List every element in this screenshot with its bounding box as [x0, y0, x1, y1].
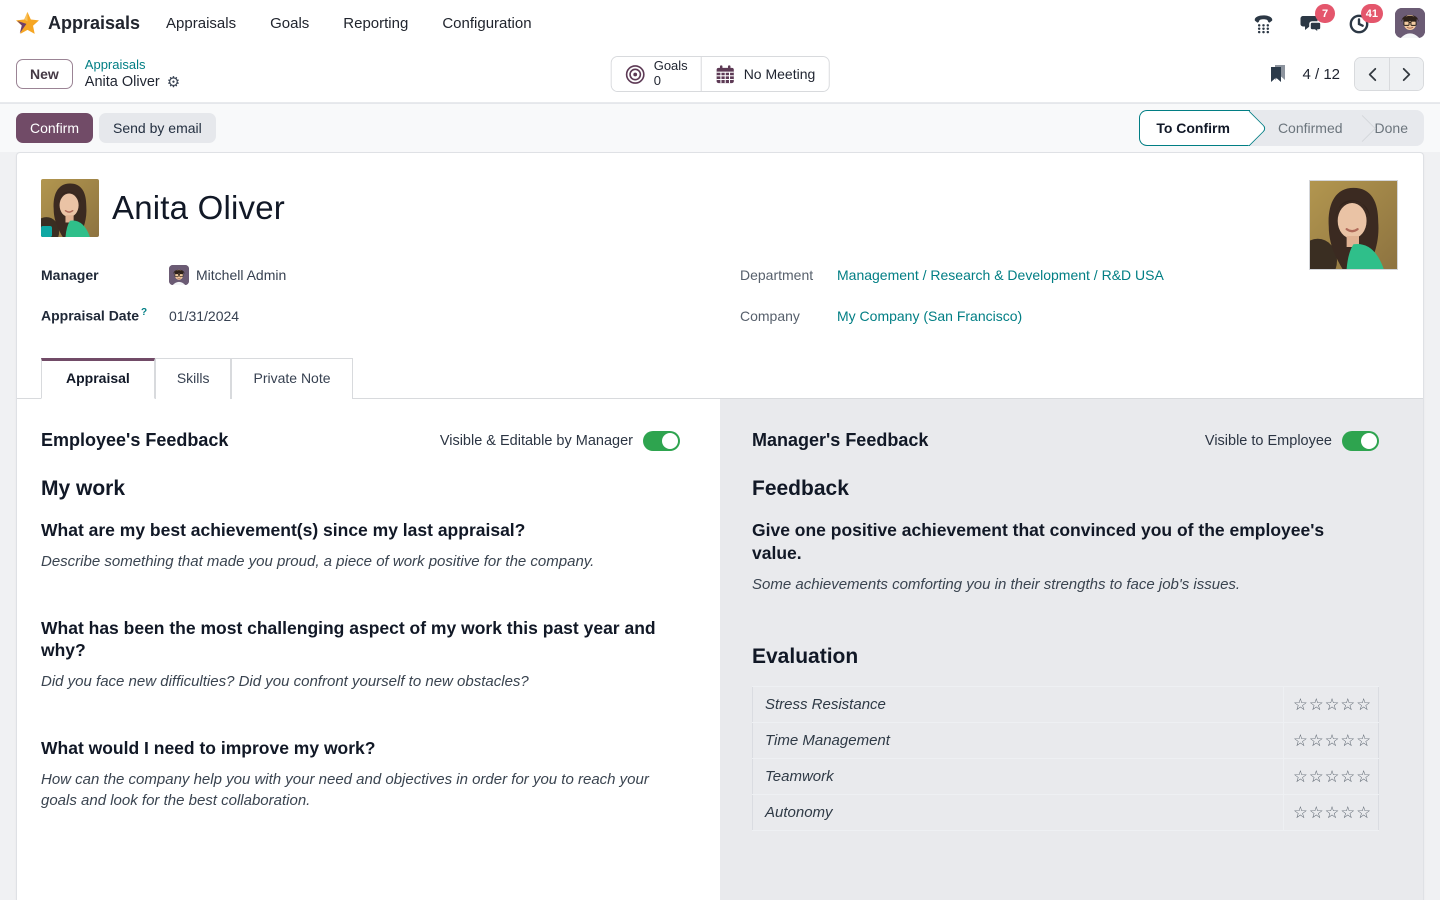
appraisal-tab-content: Employee's Feedback Visible & Editable b…	[17, 399, 1423, 900]
rating-stars[interactable]: ☆☆☆☆☆	[1284, 795, 1379, 831]
activities-menu[interactable]: 41	[1347, 11, 1371, 35]
chevron-left-icon	[1367, 67, 1378, 82]
stage-confirmed[interactable]: Confirmed	[1250, 111, 1359, 145]
skill-label: Autonomy	[753, 795, 1284, 831]
voip-phone-icon[interactable]	[1252, 12, 1275, 35]
employee-group-heading: My work	[41, 477, 680, 501]
breadcrumb: Appraisals Anita Oliver ⚙	[85, 57, 180, 91]
employee-question-1[interactable]: What are my best achievement(s) since my…	[41, 519, 680, 542]
field-grid: Manager Mitchell Admin Appraisal Date? 0…	[41, 261, 1399, 343]
messages-menu[interactable]: 7	[1299, 11, 1323, 35]
app-name: Appraisals	[48, 13, 140, 34]
skill-label: Time Management	[753, 723, 1284, 759]
manager-question-1[interactable]: Give one positive achievement that convi…	[752, 519, 1352, 565]
gear-icon[interactable]: ⚙	[167, 75, 180, 90]
target-icon	[625, 64, 646, 85]
evaluation-table: Stress Resistance ☆☆☆☆☆ Time Management …	[752, 686, 1379, 831]
stat-buttons: Goals 0 No Meeting	[611, 56, 830, 92]
manager-group-heading: Feedback	[752, 477, 1379, 501]
main-menu: Appraisals Goals Reporting Configuration	[166, 15, 532, 32]
goals-value: 0	[654, 74, 688, 89]
rating-stars[interactable]: ☆☆☆☆☆	[1284, 759, 1379, 795]
employee-question-2-hint[interactable]: Did you face new difficulties? Did you c…	[41, 671, 680, 693]
appraisals-app-icon	[15, 11, 40, 36]
systray: 7 41	[1252, 8, 1425, 38]
evaluation-row: Autonomy ☆☆☆☆☆	[753, 795, 1379, 831]
control-panel-right: 4 / 12	[1268, 57, 1424, 91]
menu-appraisals[interactable]: Appraisals	[166, 15, 236, 32]
top-navbar: Appraisals Appraisals Goals Reporting Co…	[0, 0, 1440, 46]
tab-appraisal[interactable]: Appraisal	[41, 358, 155, 399]
bookmark-icon[interactable]	[1268, 64, 1288, 84]
evaluation-row: Time Management ☆☆☆☆☆	[753, 723, 1379, 759]
manager-question-1-hint[interactable]: Some achievements comforting you in thei…	[752, 574, 1379, 596]
manager-value: Mitchell Admin	[196, 267, 286, 283]
app-brand[interactable]: Appraisals	[15, 11, 140, 36]
new-button[interactable]: New	[16, 59, 73, 89]
manager-visibility-label: Visible to Employee	[1205, 433, 1332, 449]
user-avatar[interactable]	[1395, 8, 1425, 38]
chevron-right-icon	[1401, 67, 1412, 82]
company-label: Company	[740, 308, 837, 324]
employee-question-3[interactable]: What would I need to improve my work?	[41, 737, 680, 760]
breadcrumb-current: Anita Oliver	[85, 73, 160, 91]
goals-stat-button[interactable]: Goals 0	[612, 57, 701, 91]
rating-stars[interactable]: ☆☆☆☆☆	[1284, 723, 1379, 759]
employee-feedback-title: Employee's Feedback	[41, 430, 228, 451]
help-question-icon: ?	[141, 307, 147, 318]
messages-count-badge: 7	[1315, 4, 1335, 23]
employee-feedback-panel: Employee's Feedback Visible & Editable b…	[17, 399, 720, 900]
skill-label: Stress Resistance	[753, 687, 1284, 723]
control-panel: New Appraisals Anita Oliver ⚙ Goals 0	[0, 46, 1440, 103]
pager-value[interactable]: 4 / 12	[1302, 66, 1340, 83]
company-value-link[interactable]: My Company (San Francisco)	[837, 308, 1022, 324]
employee-name[interactable]: Anita Oliver	[112, 189, 285, 227]
employee-question-3-hint[interactable]: How can the company help you with your n…	[41, 769, 661, 813]
manager-visibility-toggle[interactable]	[1342, 431, 1379, 451]
confirm-button[interactable]: Confirm	[16, 113, 93, 143]
form-sheet: Anita Oliver Manager Mitchell Admin Appr…	[16, 152, 1424, 900]
statusbar: Confirm Send by email To Confirm Confirm…	[0, 103, 1440, 152]
stage-widget: To Confirm Confirmed Done	[1139, 110, 1424, 146]
menu-goals[interactable]: Goals	[270, 15, 309, 32]
tab-private-note[interactable]: Private Note	[231, 358, 352, 399]
appraisal-date-label: Appraisal Date?	[41, 307, 169, 324]
evaluation-heading: Evaluation	[752, 645, 1379, 669]
calendar-icon	[715, 64, 736, 85]
notebook-tabs: Appraisal Skills Private Note	[17, 357, 1423, 399]
rating-stars[interactable]: ☆☆☆☆☆	[1284, 687, 1379, 723]
send-by-email-button[interactable]: Send by email	[99, 113, 216, 143]
evaluation-row: Stress Resistance ☆☆☆☆☆	[753, 687, 1379, 723]
tab-skills[interactable]: Skills	[155, 358, 232, 399]
department-label: Department	[740, 267, 837, 283]
pager-next-button[interactable]	[1389, 58, 1423, 90]
manager-feedback-panel: Manager's Feedback Visible to Employee F…	[720, 399, 1423, 900]
meeting-stat-button[interactable]: No Meeting	[701, 57, 829, 91]
skill-label: Teamwork	[753, 759, 1284, 795]
employee-photo[interactable]	[1309, 180, 1398, 270]
appraisal-date-value[interactable]: 01/31/2024	[169, 308, 239, 324]
department-value-link[interactable]: Management / Research & Development / R&…	[837, 267, 1164, 283]
activities-count-badge: 41	[1361, 4, 1383, 23]
employee-question-2[interactable]: What has been the most challenging aspec…	[41, 617, 680, 663]
manager-feedback-title: Manager's Feedback	[752, 430, 928, 451]
evaluation-row: Teamwork ☆☆☆☆☆	[753, 759, 1379, 795]
manager-label: Manager	[41, 267, 169, 283]
meeting-label: No Meeting	[744, 66, 816, 82]
employee-question-1-hint[interactable]: Describe something that made you proud, …	[41, 551, 680, 573]
breadcrumb-appraisals-link[interactable]: Appraisals	[85, 57, 180, 73]
menu-reporting[interactable]: Reporting	[343, 15, 408, 32]
employee-avatar[interactable]	[41, 179, 99, 237]
manager-avatar	[169, 265, 189, 285]
presence-indicator	[41, 226, 52, 237]
stage-done[interactable]: Done	[1359, 111, 1424, 145]
employee-visibility-label: Visible & Editable by Manager	[440, 433, 633, 449]
pager-previous-button[interactable]	[1355, 58, 1389, 90]
manager-field[interactable]: Mitchell Admin	[169, 265, 286, 285]
menu-configuration[interactable]: Configuration	[442, 15, 531, 32]
goals-label: Goals	[654, 59, 688, 74]
employee-visibility-toggle[interactable]	[643, 431, 680, 451]
stage-to-confirm[interactable]: To Confirm	[1139, 110, 1250, 146]
